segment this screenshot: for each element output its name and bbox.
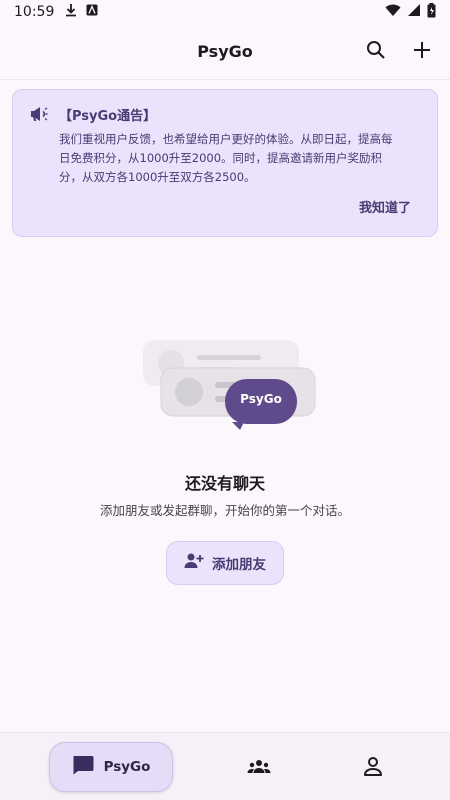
empty-chat-illustration: PsyGo	[140, 338, 320, 434]
empty-state-subtitle: 添加朋友或发起群聊，开始你的第一个对话。	[99, 503, 350, 518]
app-title: PsyGo	[197, 42, 253, 61]
announcement-card: 【PsyGo通告】 我们重视用户反馈，也希望给用户更好的体验。从即日起，提高每 …	[12, 89, 438, 237]
signal-icon	[407, 3, 421, 21]
add-button[interactable]	[406, 34, 438, 66]
wifi-icon	[385, 3, 401, 21]
nav-tab-profile[interactable]	[361, 755, 385, 779]
add-friend-button[interactable]: 添加朋友	[166, 541, 284, 585]
nav-tab-chats-label: PsyGo	[103, 759, 151, 775]
battery-icon	[427, 2, 436, 22]
illustration-badge-text: PsyGo	[240, 392, 282, 406]
chat-icon	[72, 755, 94, 779]
announcement-body: 我们重视用户反馈，也希望给用户更好的体验。从即日起，提高每 日免费积分，从100…	[59, 130, 421, 187]
nav-tab-groups[interactable]	[247, 755, 271, 779]
status-time: 10:59	[14, 4, 55, 20]
announcement-title: 【PsyGo通告】	[59, 108, 157, 124]
app-notification-icon	[86, 4, 98, 20]
announcement-line: 日免费积分，从1000升至2000。同时，提高邀请新用户奖励积	[59, 151, 383, 165]
nav-tab-chats[interactable]: PsyGo	[49, 742, 173, 792]
status-bar: 10:59	[0, 0, 450, 24]
add-friend-label: 添加朋友	[212, 557, 266, 573]
acknowledge-button[interactable]: 我知道了	[359, 197, 411, 216]
person-icon	[364, 757, 382, 776]
search-icon	[367, 41, 385, 59]
announcement-line: 分，从双方各1000升至双方各2500。	[59, 170, 256, 184]
add-person-icon	[184, 552, 204, 574]
plus-icon	[414, 42, 430, 58]
group-icon	[247, 760, 271, 773]
megaphone-icon	[29, 104, 49, 124]
announcement-line: 我们重视用户反馈，也希望给用户更好的体验。从即日起，提高每	[59, 132, 393, 146]
app-bar: PsyGo	[0, 24, 450, 80]
download-icon	[64, 3, 78, 21]
search-button[interactable]	[360, 34, 392, 66]
empty-state-title: 还没有聊天	[184, 474, 265, 493]
bottom-navigation: PsyGo	[0, 732, 450, 800]
